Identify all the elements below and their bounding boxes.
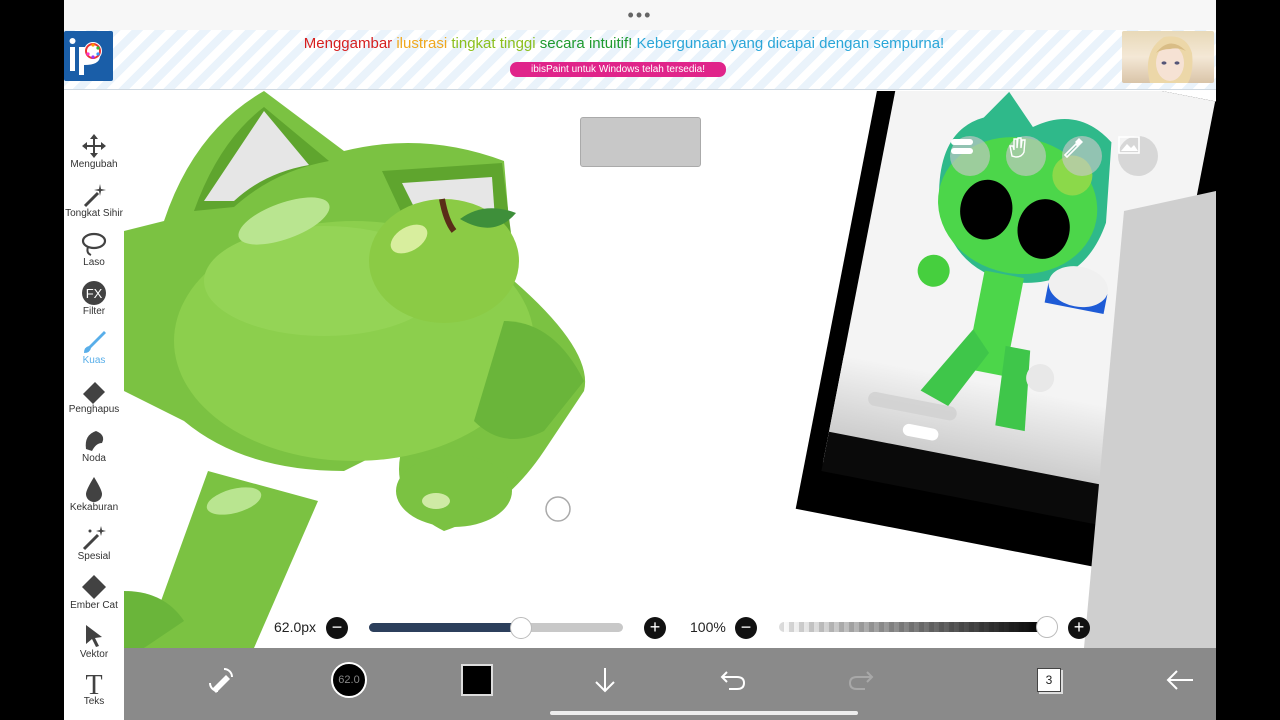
undo-icon: [720, 671, 746, 690]
redo-icon: [848, 671, 874, 690]
tool-paint-bucket[interactable]: Ember Cat: [64, 572, 124, 620]
ad-portrait-image: [1122, 31, 1214, 83]
brush-settings-bar: 62.0px − + 100% − +: [124, 610, 1216, 644]
hand-tool-icon[interactable]: [1006, 136, 1046, 176]
svg-text:T: T: [85, 670, 102, 696]
window-handle[interactable]: •••: [64, 0, 1216, 30]
app-window: ••• Menggambar ilustrasi tingkat tinggi …: [64, 0, 1216, 720]
tool-label: Spesial: [77, 551, 111, 562]
blur-icon: [86, 477, 102, 502]
toggle-panel-icon[interactable]: [950, 136, 990, 176]
svg-text:FX: FX: [86, 286, 103, 301]
color-button[interactable]: [457, 660, 497, 700]
tool-label: Penghapus: [68, 404, 120, 415]
tool-label: Kuas: [82, 355, 106, 366]
home-indicator[interactable]: [550, 711, 858, 715]
tool-label: Laso: [83, 257, 105, 268]
vector-icon: [86, 625, 102, 647]
more-dots-icon[interactable]: •••: [628, 6, 653, 24]
brush-swap-icon: [209, 668, 233, 693]
tool-filter[interactable]: FX Filter: [64, 278, 124, 326]
drawing-canvas[interactable]: [124, 91, 1216, 648]
tool-lasso[interactable]: Laso: [64, 229, 124, 277]
fx-icon: FX: [82, 281, 106, 305]
opacity-plus-button[interactable]: +: [1068, 617, 1090, 639]
eyedropper-icon[interactable]: [1062, 136, 1102, 176]
tool-vector[interactable]: Vektor: [64, 621, 124, 669]
brush-icon: [84, 331, 106, 353]
brush-size-slider[interactable]: [369, 617, 623, 639]
tool-label: Ember Cat: [70, 600, 118, 611]
smudge-icon: [85, 431, 104, 451]
tool-label: Filter: [82, 306, 106, 317]
lasso-icon: [81, 232, 107, 256]
ad-cta-button[interactable]: ibisPaint untuk Windows telah tersedia!: [510, 62, 726, 77]
reference-image-icon[interactable]: [1118, 136, 1158, 176]
brush-size-button[interactable]: 62.0: [329, 660, 369, 700]
arrow-left-icon: [1166, 670, 1193, 690]
opacity-handle[interactable]: [1036, 616, 1058, 638]
brush-size-fill: [369, 623, 522, 632]
magic-wand-icon: [83, 184, 106, 208]
arrow-down-icon: [595, 668, 615, 693]
brush-size-handle[interactable]: [510, 617, 533, 639]
bottom-toolbar: 62.0 3: [124, 648, 1216, 720]
layer-count: 3: [1037, 668, 1061, 692]
ad-headline-part: Kebergunaan yang dicapai dengan sempurna…: [636, 35, 945, 52]
tool-label: Teks: [83, 696, 105, 707]
tool-label: Kekaburan: [69, 502, 119, 513]
tool-label: Noda: [82, 453, 106, 464]
ad-headline-part: tingkat tinggi: [451, 35, 540, 52]
tool-special[interactable]: Spesial: [64, 523, 124, 571]
tool-transform[interactable]: Mengubah: [64, 131, 124, 179]
opacity-minus-button[interactable]: −: [735, 617, 757, 639]
text-icon: T: [85, 670, 102, 696]
tool-eraser[interactable]: Penghapus: [64, 376, 124, 424]
eraser-icon: [83, 382, 105, 404]
primary-color-swatch: [461, 664, 493, 696]
tool-brush[interactable]: Kuas: [64, 327, 124, 375]
brush-select-button[interactable]: [201, 660, 241, 700]
paint-bucket-icon: [82, 575, 106, 599]
move-icon: [82, 134, 106, 158]
redo-button[interactable]: [841, 660, 881, 700]
opacity-value: 100%: [690, 619, 726, 635]
special-icon: [82, 526, 106, 551]
brush-size-value: 62.0px: [274, 619, 317, 635]
ad-headline-part: ilustrasi: [396, 35, 452, 52]
tool-magic-wand[interactable]: Tongkat Sihir: [64, 180, 124, 228]
back-button[interactable]: [1160, 660, 1200, 700]
ad-headline-part: Menggambar: [303, 35, 397, 52]
opacity-slider[interactable]: [779, 616, 1058, 638]
download-button[interactable]: [585, 660, 625, 700]
ad-headline: Menggambar ilustrasi tingkat tinggi seca…: [64, 35, 1184, 52]
tool-smudge[interactable]: Noda: [64, 425, 124, 473]
size-plus-button[interactable]: +: [644, 617, 666, 639]
layers-button[interactable]: 3: [1029, 660, 1069, 700]
tool-sidebar: Mengubah Tongkat Sihir Laso FX Filter Ku…: [64, 91, 124, 720]
tool-label: Tongkat Sihir: [65, 208, 123, 219]
artwork: [124, 91, 1216, 648]
tool-label: Vektor: [79, 649, 109, 660]
size-minus-button[interactable]: −: [326, 617, 348, 639]
tool-blur[interactable]: Kekaburan: [64, 474, 124, 522]
tool-text[interactable]: T Teks: [64, 668, 124, 716]
undo-button[interactable]: [713, 660, 753, 700]
brush-size-preview: 62.0: [331, 662, 367, 698]
ad-headline-part: secara intuitif!: [539, 35, 637, 52]
tool-label: Mengubah: [70, 159, 118, 170]
ad-banner[interactable]: Menggambar ilustrasi tingkat tinggi seca…: [64, 30, 1216, 90]
floating-panel-button[interactable]: [580, 117, 701, 167]
